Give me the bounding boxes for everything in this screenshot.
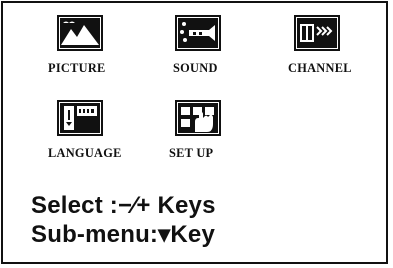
setup-icon [175,100,221,136]
channel-icon [294,15,340,51]
menu-item-channel[interactable]: CHANNEL [288,15,393,75]
menu-item-label: CHANNEL [288,60,352,75]
menu-item-setup[interactable]: SET UP [169,100,281,160]
menu-item-picture[interactable]: PICTURE [48,15,161,75]
submenu-key-hint: Sub-menu:▾Key [31,221,215,248]
select-keys-hint: Select :−∕+ Keys [31,192,216,219]
menu-item-label: LANGUAGE [48,145,122,160]
menu-item-language[interactable]: LANGUAGE [48,100,161,160]
picture-icon [57,15,103,51]
menu-item-sound[interactable]: SOUND [171,15,281,75]
menu-item-label: SOUND [173,60,218,75]
language-icon [57,100,103,136]
menu-item-label: PICTURE [48,60,106,75]
sound-icon [175,15,221,51]
menu-item-label: SET UP [169,145,214,160]
tv-osd-main-menu: PICTURE SOUND CHANNEL LANGUAGE SET UP Se… [1,1,388,264]
